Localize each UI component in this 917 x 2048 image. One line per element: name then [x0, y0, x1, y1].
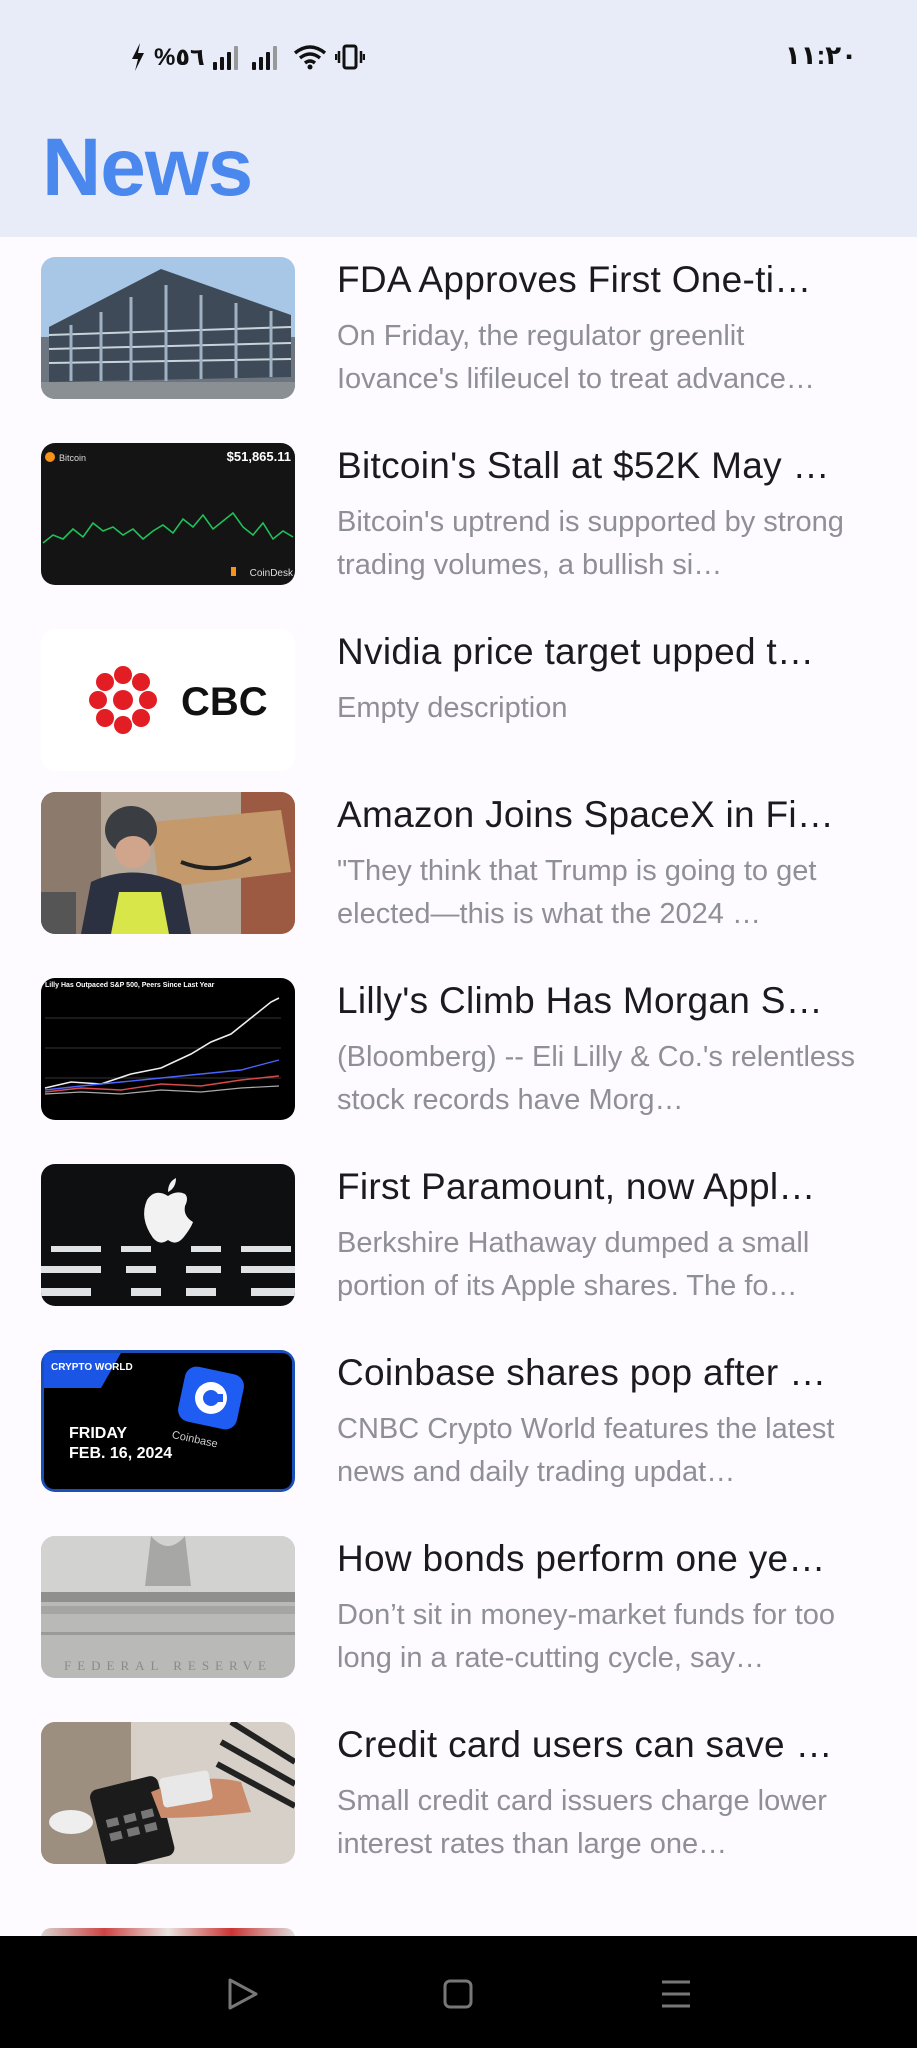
- battery-percent: %٥٦: [154, 43, 205, 71]
- bitcoin-price: $51,865.11: [227, 449, 291, 464]
- article-headline[interactable]: First Paramount, now Appl…: [337, 1166, 857, 1208]
- system-nav-bar: [0, 1936, 917, 2048]
- show-day: FRIDAY: [69, 1425, 127, 1442]
- chart-caption: Lilly Has Outpaced S&P 500, Peers Since …: [45, 982, 215, 989]
- article-description: On Friday, the regulator greenlit Iovanc…: [337, 320, 815, 395]
- status-icons: %٥٦: [130, 42, 365, 72]
- home-square-icon[interactable]: [438, 1974, 478, 2014]
- wifi-icon: [293, 45, 326, 70]
- article-thumbnail: Lilly Has Outpaced S&P 500, Peers Since …: [41, 978, 295, 1120]
- news-item[interactable]: Bitcoin $51,865.11 CoinDesk Bitcoin's St…: [0, 423, 917, 593]
- article-thumbnail: [41, 1164, 295, 1306]
- article-description: CNBC Crypto World features the latest ne…: [337, 1413, 835, 1488]
- article-description: "They think that Trump is going to get e…: [337, 855, 817, 930]
- page-title: News: [42, 122, 253, 213]
- article-headline[interactable]: FDA Approves First One-ti…: [337, 259, 857, 301]
- article-description: (Bloomberg) -- Eli Lilly & Co.'s relentl…: [337, 1041, 856, 1116]
- back-triangle-icon[interactable]: [222, 1974, 262, 2014]
- article-thumbnail: [41, 792, 295, 934]
- news-item[interactable]: CRYPTO WORLD Coinbase FRIDAY FEB. 16, 20…: [0, 1330, 917, 1500]
- article-headline[interactable]: Bitcoin's Stall at $52K May …: [337, 445, 857, 487]
- signal-strength-icon-2: [251, 44, 277, 70]
- article-thumbnail: [41, 1722, 295, 1864]
- news-item[interactable]: First Paramount, now Appl… Berkshire Hat…: [0, 1144, 917, 1314]
- building-inscription: FEDERAL RESERVE: [64, 1658, 272, 1673]
- news-item[interactable]: FEDERAL RESERVE How bonds perform one ye…: [0, 1516, 917, 1686]
- article-thumbnail: FEDERAL RESERVE: [41, 1536, 295, 1678]
- article-headline[interactable]: How bonds perform one ye…: [337, 1538, 857, 1580]
- app-header: News: [0, 115, 917, 237]
- crypto-world-image: CRYPTO WORLD Coinbase FRIDAY FEB. 16, 20…: [41, 1350, 295, 1492]
- article-headline[interactable]: Lilly's Climb Has Morgan S…: [337, 980, 857, 1022]
- article-description: Empty description: [337, 692, 568, 724]
- bitcoin-label: Bitcoin: [59, 453, 86, 463]
- article-thumbnail: [41, 257, 295, 399]
- news-item[interactable]: Credit card users can save … Small credi…: [0, 1702, 917, 1872]
- article-description: Don’t sit in money-market funds for too …: [337, 1599, 836, 1674]
- show-name: CRYPTO WORLD: [51, 1362, 133, 1373]
- article-thumbnail: CBC: [41, 629, 295, 771]
- charging-icon: [132, 43, 144, 71]
- clock: ١١:٢٠: [784, 40, 857, 70]
- amazon-delivery-image: [41, 792, 295, 934]
- article-thumbnail: Bitcoin $51,865.11 CoinDesk: [41, 443, 295, 585]
- coindesk-watermark: CoinDesk: [250, 568, 294, 579]
- article-headline[interactable]: Coinbase shares pop after …: [337, 1352, 857, 1394]
- article-headline[interactable]: Amazon Joins SpaceX in Fi…: [337, 794, 857, 836]
- lilly-stock-chart-image: Lilly Has Outpaced S&P 500, Peers Since …: [41, 978, 295, 1120]
- vibrate-icon: [334, 44, 365, 70]
- news-item[interactable]: Amazon Joins SpaceX in Fi… "They think t…: [0, 772, 917, 942]
- glass-building-image: [41, 257, 295, 399]
- news-item[interactable]: Lilly Has Outpaced S&P 500, Peers Since …: [0, 958, 917, 1128]
- news-item[interactable]: FDA Approves First One-ti… On Friday, th…: [0, 237, 917, 407]
- show-date: FEB. 16, 2024: [69, 1445, 172, 1462]
- card-payment-image: [41, 1722, 295, 1864]
- article-headline[interactable]: Credit card users can save …: [337, 1724, 857, 1766]
- article-description: Berkshire Hathaway dumped a small portio…: [337, 1227, 810, 1302]
- news-item[interactable]: CBC Nvidia price target upped t… Empty d…: [0, 609, 917, 779]
- article-description: Small credit card issuers charge lower i…: [337, 1785, 827, 1860]
- federal-reserve-image: FEDERAL RESERVE: [41, 1536, 295, 1678]
- article-headline[interactable]: Nvidia price target upped t…: [337, 631, 857, 673]
- cbc-logo-image: CBC: [41, 629, 295, 771]
- cbc-logo-text: CBC: [181, 680, 268, 724]
- article-thumbnail: CRYPTO WORLD Coinbase FRIDAY FEB. 16, 20…: [41, 1350, 295, 1492]
- article-description: Bitcoin's uptrend is supported by strong…: [337, 506, 844, 581]
- menu-lines-icon[interactable]: [656, 1974, 696, 2014]
- apple-store-image: [41, 1164, 295, 1306]
- bitcoin-chart-image: Bitcoin $51,865.11 CoinDesk: [41, 443, 295, 585]
- status-bar: %٥٦ ١١:٢٠: [0, 0, 917, 115]
- signal-strength-icon: [212, 44, 238, 70]
